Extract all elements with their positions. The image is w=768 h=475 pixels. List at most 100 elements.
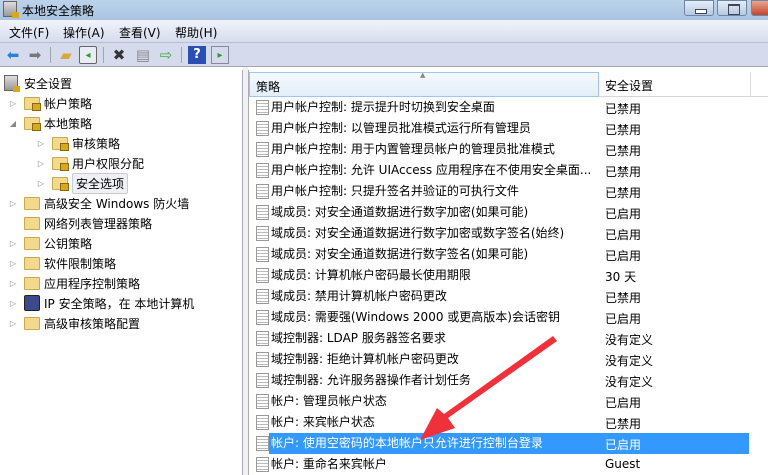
tree-item[interactable]: ◢ 本地策略 <box>8 113 92 133</box>
sort-ascending-icon: ▲ <box>420 71 426 79</box>
tree-item-label: 安全设置 <box>24 76 73 91</box>
collapsed-arrow-icon[interactable]: ▷ <box>8 319 18 328</box>
table-row[interactable]: 用户帐户控制: 以管理员批准模式运行所有管理员 已禁用 <box>249 118 749 139</box>
policy-name: 用户帐户控制: 只提升签名并验证的可执行文件 <box>271 184 519 198</box>
locked-folder-icon <box>52 176 69 191</box>
tree-item[interactable]: ▷ 高级安全 Windows 防火墙 <box>8 193 189 213</box>
table-row[interactable]: 帐户: 管理员帐户状态 已启用 <box>249 391 749 412</box>
properties-icon[interactable]: ▤ <box>134 46 152 64</box>
tree-item[interactable]: ▷ 公钥策略 <box>8 233 92 253</box>
policy-name: 域控制器: 允许服务器操作者计划任务 <box>271 373 471 387</box>
close-button[interactable] <box>751 0 768 16</box>
tree-item[interactable]: ▷ 软件限制策略 <box>8 253 116 273</box>
table-row[interactable]: 用户帐户控制: 允许 UIAccess 应用程序在不使用安全桌面... 已禁用 <box>249 160 749 181</box>
collapsed-arrow-icon[interactable]: ▷ <box>36 179 46 188</box>
tree-item-label: 高级安全 Windows 防火墙 <box>44 196 190 211</box>
policy-icon <box>256 331 269 346</box>
policy-icon <box>256 373 269 388</box>
expanded-arrow-icon[interactable]: ◢ <box>8 119 18 128</box>
policy-name: 域控制器: LDAP 服务器签名要求 <box>271 331 446 345</box>
policy-list-pane: ▲ 策略 安全设置 用户帐户控制: 提示提升时切换到安全桌面 已禁用 用户帐户控制: … <box>248 70 768 475</box>
policy-setting: 已启用 <box>605 396 642 410</box>
collapsed-arrow-icon[interactable]: ▷ <box>8 279 18 288</box>
tree-item-label: 安全选项 <box>72 172 129 194</box>
policy-icon <box>256 268 269 283</box>
column-header-setting[interactable]: 安全设置 <box>599 72 751 97</box>
policy-icon <box>256 121 269 136</box>
collapsed-arrow-icon[interactable]: ▷ <box>8 99 18 108</box>
menu-help[interactable]: 帮助(H) <box>175 24 217 41</box>
tree-item[interactable]: ▷ 应用程序控制策略 <box>8 273 140 293</box>
tree-item[interactable]: ▷ 帐户策略 <box>8 93 92 113</box>
policy-name: 域成员: 需要强(Windows 2000 或更高版本)会话密钥 <box>271 310 560 324</box>
table-row[interactable]: 域成员: 计算机帐户密码最长使用期限 30 天 <box>249 265 749 286</box>
tree-item-label: 审核策略 <box>72 136 121 151</box>
tree-item[interactable]: 网络列表管理器策略 <box>8 213 152 233</box>
show-action-pane-icon[interactable]: ▸ <box>211 46 229 64</box>
tree-item[interactable]: ▷ 用户权限分配 <box>36 153 144 173</box>
tree-item-label: 应用程序控制策略 <box>44 276 141 291</box>
show-hide-tree-icon[interactable]: ◂ <box>79 46 97 64</box>
minimize-button[interactable] <box>684 0 714 16</box>
table-row-selected[interactable]: 帐户: 使用空密码的本地帐户只允许进行控制台登录 已启用 <box>249 433 749 454</box>
menu-action[interactable]: 操作(A) <box>63 24 105 41</box>
policy-icon <box>256 205 269 220</box>
policy-name: 域成员: 对安全通道数据进行数字加密(如果可能) <box>271 205 529 219</box>
tree-item[interactable]: ▷ 高级审核策略配置 <box>8 313 140 333</box>
locked-folder-icon <box>52 136 69 151</box>
collapsed-arrow-icon[interactable]: ▷ <box>8 199 18 208</box>
policy-setting: 已禁用 <box>605 417 642 431</box>
back-icon[interactable]: ⬅ <box>4 46 22 64</box>
menu-view[interactable]: 查看(V) <box>119 24 161 41</box>
folder-icon <box>24 276 40 290</box>
policy-icon <box>256 310 269 325</box>
table-row[interactable]: 域成员: 对安全通道数据进行数字加密或数字签名(始终) 已启用 <box>249 223 749 244</box>
policy-name: 域成员: 禁用计算机帐户密码更改 <box>271 289 447 303</box>
collapsed-arrow-icon[interactable]: ▷ <box>36 159 46 168</box>
maximize-button[interactable] <box>717 0 747 16</box>
column-label: 策略 <box>256 80 281 94</box>
policy-icon <box>256 226 269 241</box>
table-row[interactable]: 域控制器: LDAP 服务器签名要求 没有定义 <box>249 328 749 349</box>
table-row[interactable]: 用户帐户控制: 提示提升时切换到安全桌面 已禁用 <box>249 97 749 118</box>
tree-item[interactable]: ▷ IP 安全策略，在 本地计算机 <box>8 293 194 313</box>
forward-icon[interactable]: ➡ <box>26 46 44 64</box>
collapsed-arrow-icon[interactable]: ▷ <box>8 299 18 308</box>
export-list-icon[interactable]: ⇨ <box>157 46 175 64</box>
column-header-policy[interactable]: ▲ 策略 <box>249 71 599 97</box>
table-row[interactable]: 域控制器: 允许服务器操作者计划任务 没有定义 <box>249 370 749 391</box>
policy-setting: 已启用 <box>605 312 642 326</box>
up-folder-icon[interactable]: ▰ <box>57 46 75 64</box>
collapsed-arrow-icon[interactable]: ▷ <box>8 239 18 248</box>
policy-icon <box>256 142 269 157</box>
table-row[interactable]: 用户帐户控制: 只提升签名并验证的可执行文件 已禁用 <box>249 181 749 202</box>
folder-icon <box>24 316 40 330</box>
column-label: 安全设置 <box>605 79 654 93</box>
table-row[interactable]: 用户帐户控制: 用于内置管理员帐户的管理员批准模式 已禁用 <box>249 139 749 160</box>
table-row[interactable]: 域成员: 对安全通道数据进行数字签名(如果可能) 已启用 <box>249 244 749 265</box>
policy-setting: 已启用 <box>605 438 642 452</box>
delete-icon[interactable]: ✖ <box>110 46 128 64</box>
table-row[interactable]: 域成员: 对安全通道数据进行数字加密(如果可能) 已启用 <box>249 202 749 223</box>
table-row[interactable]: 域成员: 禁用计算机帐户密码更改 已禁用 <box>249 286 749 307</box>
tree-item-label: IP 安全策略，在 本地计算机 <box>44 296 195 311</box>
security-settings-icon <box>4 75 20 92</box>
policy-name: 用户帐户控制: 用于内置管理员帐户的管理员批准模式 <box>271 142 555 156</box>
toolbar: ⬅ ➡ ▰ ◂ ✖ ▤ ⇨ ? ▸ <box>0 43 768 67</box>
table-row[interactable]: 域控制器: 拒绝计算机帐户密码更改 没有定义 <box>249 349 749 370</box>
collapsed-arrow-icon[interactable]: ▷ <box>36 139 46 148</box>
policy-icon <box>256 163 269 178</box>
list-header: ▲ 策略 安全设置 <box>249 71 768 97</box>
tree-item[interactable]: ▷ 安全选项 <box>36 172 129 194</box>
policy-icon <box>256 184 269 199</box>
table-row[interactable]: 帐户: 来宾帐户状态 已禁用 <box>249 412 749 433</box>
collapsed-arrow-icon[interactable]: ▷ <box>8 259 18 268</box>
table-row[interactable]: 域成员: 需要强(Windows 2000 或更高版本)会话密钥 已启用 <box>249 307 749 328</box>
tree-item[interactable]: 安全设置 <box>4 73 72 93</box>
tree-item[interactable]: ▷ 审核策略 <box>36 133 120 153</box>
menu-file[interactable]: 文件(F) <box>9 24 49 41</box>
help-icon[interactable]: ? <box>188 46 206 64</box>
policy-icon <box>256 415 269 430</box>
table-row[interactable]: 帐户: 重命名来宾帐户 Guest <box>249 454 749 475</box>
policy-setting: 已禁用 <box>605 291 642 305</box>
